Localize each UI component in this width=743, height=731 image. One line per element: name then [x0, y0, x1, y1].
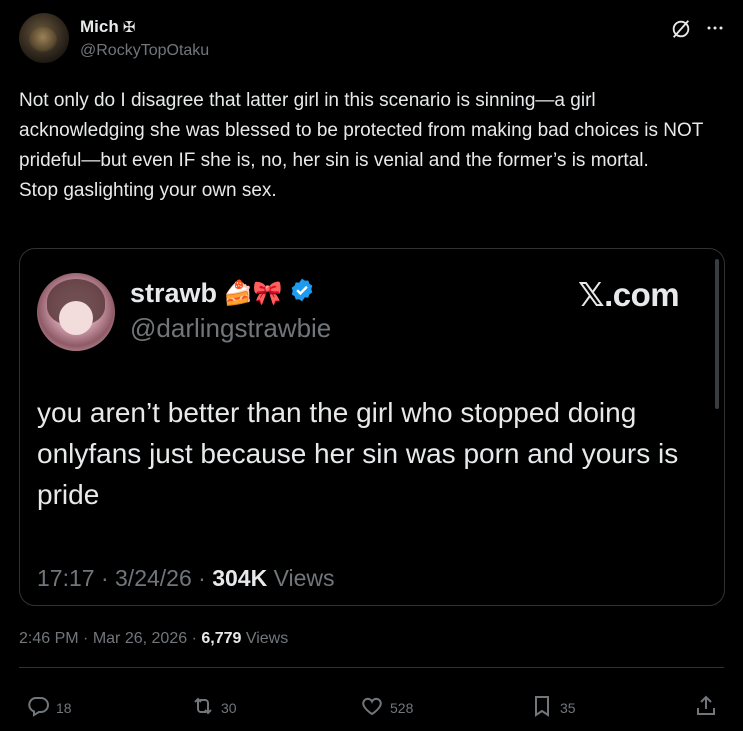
quoted-author-emojis: 🍰🎀 — [223, 280, 283, 307]
tweet-views-count: 6,779 — [201, 630, 242, 647]
tweet-paragraph: Not only do I disagree that latter girl … — [19, 90, 704, 171]
separator: · — [83, 630, 89, 647]
author-handle[interactable]: @RockyTopOtaku — [80, 42, 209, 60]
author-name-badge: ✠ — [122, 19, 136, 36]
quoted-tweet-card[interactable]: strawb 🍰🎀 @darlingstrawbie 𝕏.com you are… — [19, 248, 725, 606]
grok-icon[interactable] — [670, 18, 692, 40]
reply-button[interactable]: 18 — [26, 694, 72, 721]
like-count: 528 — [390, 699, 414, 716]
like-button[interactable]: 528 — [360, 694, 413, 721]
quoted-tweet-date: 3/24/26 — [115, 565, 192, 591]
like-icon — [360, 694, 384, 721]
reply-icon — [26, 694, 50, 721]
author-avatar[interactable] — [19, 13, 69, 63]
more-icon[interactable] — [706, 17, 724, 39]
source-label: 𝕏.com — [578, 276, 680, 313]
quoted-tweet-views-count: 304K — [212, 565, 268, 591]
reply-count: 18 — [56, 699, 72, 716]
tweet-text: Not only do I disagree that latter girl … — [19, 86, 724, 206]
verified-badge-icon — [289, 277, 315, 310]
repost-button[interactable]: 30 — [191, 694, 237, 721]
author-name[interactable]: Mich ✠ — [80, 17, 135, 37]
quoted-tweet-time: 17:17 — [37, 565, 95, 591]
separator: · — [100, 565, 109, 591]
share-icon[interactable] — [694, 694, 718, 723]
retweet-icon — [191, 694, 215, 721]
scrollbar[interactable] — [715, 259, 719, 409]
quoted-author-avatar[interactable] — [37, 273, 115, 351]
tweet-paragraph: Stop gaslighting your own sex. — [19, 180, 277, 201]
repost-count: 30 — [221, 699, 237, 716]
bookmark-icon — [530, 694, 554, 721]
quoted-author-handle[interactable]: @darlingstrawbie — [130, 313, 331, 344]
tweet-time[interactable]: 2:46 PM — [19, 630, 79, 647]
divider — [19, 667, 724, 668]
author-name-text: Mich — [80, 17, 119, 36]
tweet-views-label: Views — [245, 630, 289, 647]
quoted-tweet-meta: 17:17 · 3/24/26 · 304K Views — [37, 565, 335, 592]
quoted-tweet-views-label: Views — [273, 565, 335, 591]
tweet-date[interactable]: Mar 26, 2026 — [93, 630, 187, 647]
bookmark-button[interactable]: 35 — [530, 694, 576, 721]
tweet-meta: 2:46 PM · Mar 26, 2026 · 6,779 Views — [19, 630, 288, 648]
quoted-author-name-text: strawb — [130, 278, 218, 308]
separator: · — [198, 565, 206, 591]
quoted-author-name[interactable]: strawb 🍰🎀 — [130, 277, 315, 310]
separator: · — [191, 630, 197, 647]
bookmark-count: 35 — [560, 699, 576, 716]
quoted-tweet-text: you aren’t better than the girl who stop… — [37, 397, 679, 510]
